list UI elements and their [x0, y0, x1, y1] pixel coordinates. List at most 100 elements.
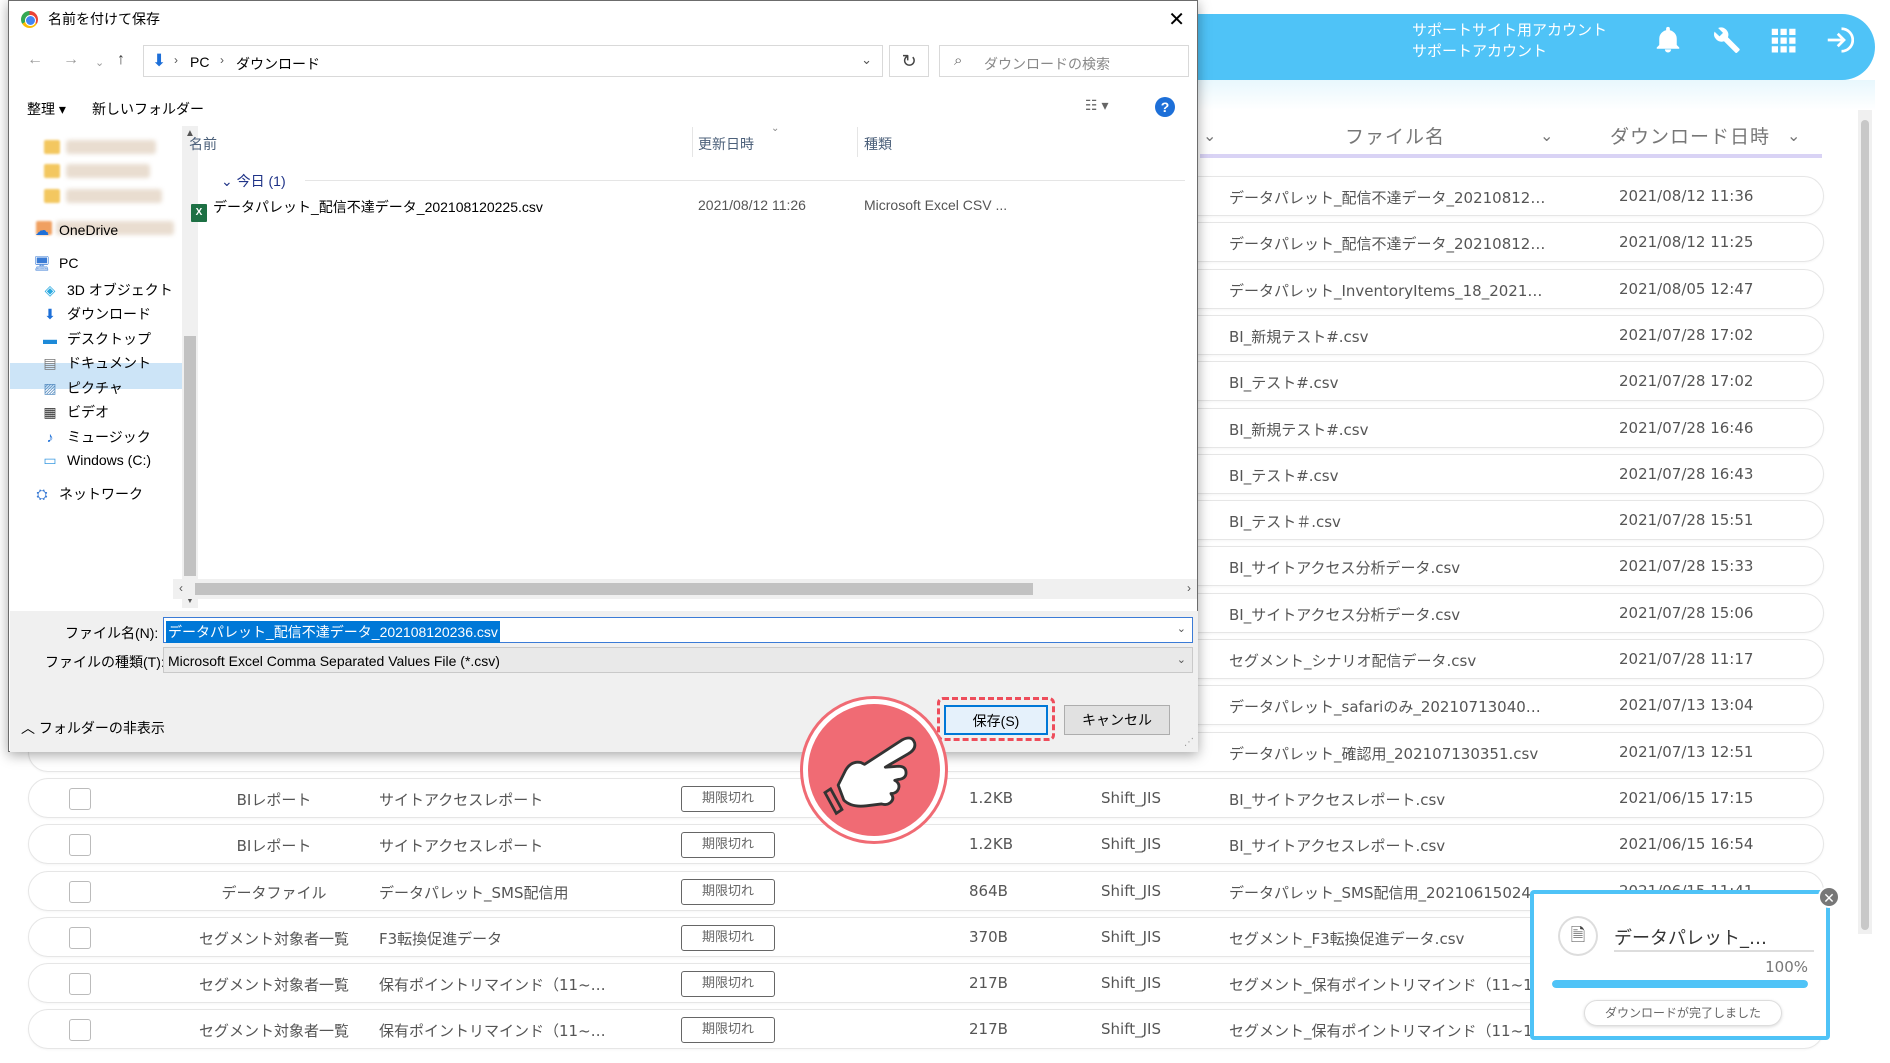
file-name: データパレット_配信不達データ_202108120225.csv: [213, 199, 543, 215]
page-scrollbar-thumb[interactable]: [1861, 120, 1869, 930]
bell-icon[interactable]: [1651, 25, 1685, 59]
row-encoding: Shift_JIS: [1101, 788, 1161, 807]
nav-item-desktop[interactable]: ▬ デスクトップ: [41, 329, 151, 349]
scroll-right-icon[interactable]: ›: [1187, 581, 1191, 595]
status-badge: 期限切れ: [681, 924, 775, 951]
row-encoding: Shift_JIS: [1101, 927, 1161, 946]
nav-item-3d-objects[interactable]: ◈ 3D オブジェクト: [41, 280, 173, 300]
breadcrumb-separator-icon: ›: [174, 53, 178, 67]
cancel-button[interactable]: キャンセル: [1064, 705, 1170, 735]
filetype-select[interactable]: Microsoft Excel Comma Separated Values F…: [163, 647, 1193, 673]
toast-divider: [1614, 950, 1814, 952]
toast-close-icon[interactable]: ✕: [1818, 886, 1840, 908]
status-badge: 期限切れ: [681, 971, 775, 998]
toast-progress-fill: [1552, 980, 1808, 988]
row-filename: データパレット_確認用_202107130351.csv: [1229, 744, 1539, 763]
page-scrollbar[interactable]: [1858, 110, 1872, 934]
filetype-label: ファイルの種類(T):: [45, 654, 165, 670]
row-name: F3転換促進データ: [379, 929, 503, 948]
search-input[interactable]: ⌕ ダウンロードの検索: [939, 45, 1189, 77]
breadcrumb-pc[interactable]: PC: [190, 54, 209, 70]
drive-icon: ▭: [43, 452, 57, 468]
toast-status: ダウンロードが完了しました: [1584, 1000, 1782, 1026]
row-date: 2021/07/28 11:17: [1619, 650, 1754, 668]
column-divider[interactable]: [857, 127, 858, 157]
list-header-name[interactable]: 名前: [189, 134, 217, 154]
chrome-icon: [21, 10, 38, 28]
back-arrow-icon[interactable]: ←: [27, 51, 43, 69]
filename-sort-chevron-icon[interactable]: ⌄: [1540, 126, 1553, 145]
wrench-icon[interactable]: [1709, 25, 1743, 59]
nav-item-windows-c[interactable]: ▭ Windows (C:): [41, 452, 151, 468]
chevron-down-icon[interactable]: ⌄: [861, 52, 872, 68]
column-sort-chevron-icon[interactable]: ⌄: [1203, 126, 1216, 145]
new-folder-button[interactable]: 新しいフォルダー: [92, 99, 204, 119]
column-header-download-date[interactable]: ダウンロード日時: [1610, 122, 1770, 149]
breadcrumb-downloads[interactable]: ダウンロード: [236, 54, 320, 74]
toast-progress-bar: [1552, 980, 1808, 988]
nav-scrollbar-thumb[interactable]: [184, 336, 196, 576]
apps-grid-icon[interactable]: [1766, 25, 1800, 59]
status-badge: 期限切れ: [681, 832, 775, 859]
date-sort-chevron-icon[interactable]: ⌄: [1787, 126, 1800, 145]
forward-arrow-icon[interactable]: →: [63, 51, 79, 69]
account-info[interactable]: サポートサイト用アカウント サポートアカウント: [1412, 20, 1607, 62]
row-date: 2021/06/15 17:15: [1619, 788, 1754, 807]
nav-item-documents[interactable]: ▤ ドキュメント: [41, 353, 151, 373]
nav-item-music[interactable]: ♪ ミュージック: [41, 427, 151, 447]
account-line-1: サポートサイト用アカウント: [1412, 21, 1608, 39]
row-encoding: Shift_JIS: [1101, 974, 1161, 993]
download-toast[interactable]: 🗎 データパレット_配信不達データ 100% ダウンロードが完了しました: [1530, 890, 1830, 1040]
chevron-down-icon[interactable]: ⌄: [1177, 622, 1186, 635]
music-note-icon: ♪: [46, 429, 54, 445]
row-checkbox[interactable]: [69, 973, 91, 996]
nav-item-downloads[interactable]: ⬇ ダウンロード: [41, 304, 151, 324]
recent-chevron-icon[interactable]: ⌄: [95, 56, 104, 69]
column-divider[interactable]: [692, 127, 693, 157]
save-button[interactable]: 保存(S): [944, 705, 1048, 735]
nav-label: 3D オブジェクト: [67, 282, 173, 298]
list-header-type[interactable]: 種類: [864, 134, 892, 154]
nav-item-videos[interactable]: ▦ ビデオ: [41, 402, 109, 422]
blurred-item: [66, 189, 162, 203]
logout-icon[interactable]: [1822, 25, 1856, 59]
column-header-filename[interactable]: ファイル名: [1345, 122, 1445, 149]
row-checkbox[interactable]: [69, 834, 91, 857]
nav-item-network[interactable]: ⛭ ネットワーク: [33, 484, 143, 504]
horizontal-scrollbar[interactable]: ‹ ›: [173, 579, 1197, 599]
nav-label: ドキュメント: [67, 355, 151, 371]
blurred-folder-icon: [44, 164, 60, 178]
row-filename: データパレット_配信不達データ_20210812…: [1229, 189, 1546, 207]
address-bar[interactable]: ⬇ › PC › ダウンロード ⌄: [143, 45, 883, 77]
nav-item-pictures[interactable]: ▨ ピクチャ: [41, 378, 123, 398]
scroll-left-icon[interactable]: ‹: [179, 581, 183, 595]
up-arrow-icon[interactable]: ↑: [117, 51, 125, 69]
group-header-today[interactable]: ⌄ 今日 (1): [221, 171, 286, 191]
row-filename: BI_サイトアクセスレポート.csv: [1229, 837, 1446, 856]
row-checkbox[interactable]: [69, 787, 91, 810]
close-icon[interactable]: ✕: [1168, 7, 1185, 32]
file-list-item[interactable]: X データパレット_配信不達データ_202108120225.csv: [191, 197, 543, 222]
hide-folders-toggle[interactable]: ︿ フォルダーの非表示: [21, 718, 165, 738]
row-checkbox[interactable]: [69, 880, 91, 903]
document-icon: 🗎: [1560, 918, 1596, 954]
refresh-icon[interactable]: ↻: [889, 45, 929, 77]
list-header-modified[interactable]: 更新日時: [698, 134, 754, 154]
filename-input[interactable]: データパレット_配信不達データ_202108120236.csv ⌄: [163, 617, 1193, 643]
picture-icon: ▨: [43, 380, 57, 396]
row-checkbox[interactable]: [69, 926, 91, 949]
help-icon[interactable]: ?: [1155, 97, 1175, 117]
row-filename: セグメント_F3転換促進データ.csv: [1229, 929, 1465, 948]
hscroll-thumb[interactable]: [195, 583, 1033, 595]
nav-item-onedrive[interactable]: ☁ OneDrive: [33, 222, 118, 238]
nav-item-pc[interactable]: 🖥 PC: [33, 255, 78, 271]
group-divider: [305, 180, 1185, 181]
row-checkbox[interactable]: [69, 1019, 91, 1042]
organize-button[interactable]: 整理 ▾: [27, 99, 66, 119]
view-options-icon[interactable]: ☷ ▾: [1085, 97, 1108, 114]
chevron-down-icon[interactable]: ⌄: [1177, 653, 1186, 666]
row-date: 2021/07/28 16:43: [1619, 464, 1754, 483]
row-filename: セグメント_保有ポイントリマインド（11~1…: [1229, 976, 1548, 995]
blurred-folder-icon: [44, 140, 60, 154]
resize-grip-icon[interactable]: ⋰: [1184, 737, 1194, 748]
